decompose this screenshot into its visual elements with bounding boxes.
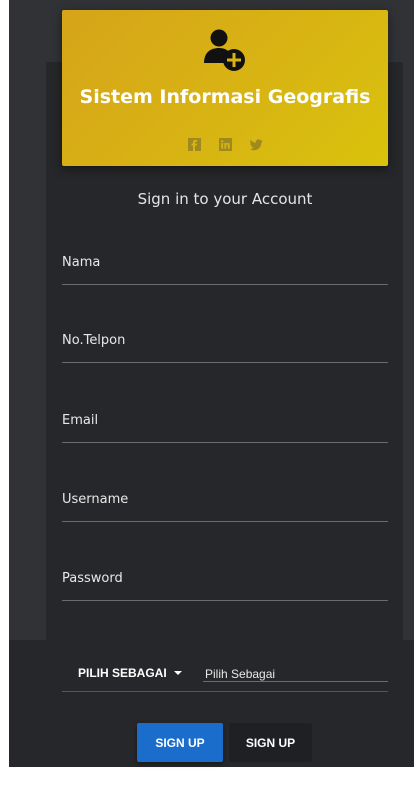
role-dropdown-button[interactable]: PILIH SEBAGAI xyxy=(78,666,182,680)
password-field-label: Password xyxy=(62,571,123,586)
nama-field[interactable]: Nama xyxy=(62,245,388,285)
email-field-label: Email xyxy=(62,413,99,428)
add-user-icon xyxy=(204,29,245,71)
role-select-row: PILIH SEBAGAI Pilih Sebagai xyxy=(62,660,388,694)
phone-field-label: No.Telpon xyxy=(62,333,126,348)
username-field[interactable]: Username xyxy=(62,482,388,522)
username-field-underline xyxy=(62,521,388,522)
role-input[interactable]: Pilih Sebagai xyxy=(205,667,275,681)
email-field-underline xyxy=(62,442,388,443)
password-field[interactable]: Password xyxy=(62,561,388,601)
role-dropdown-label: PILIH SEBAGAI xyxy=(78,666,167,680)
signup-secondary-button[interactable]: SIGN UP xyxy=(229,723,312,762)
role-row-divider xyxy=(62,691,388,692)
phone-field[interactable]: No.Telpon xyxy=(62,323,388,363)
phone-field-underline xyxy=(62,362,388,363)
signin-heading: Sign in to your Account xyxy=(137,190,313,208)
password-field-underline xyxy=(62,600,388,601)
role-input-underline xyxy=(203,681,388,682)
caret-down-icon xyxy=(173,671,182,675)
signup-button[interactable]: SIGN UP xyxy=(137,723,223,762)
facebook-icon[interactable] xyxy=(187,136,201,151)
nama-field-underline xyxy=(62,284,388,285)
nama-field-label: Nama xyxy=(62,255,101,270)
email-field[interactable]: Email xyxy=(62,403,388,443)
twitter-icon[interactable] xyxy=(249,136,263,151)
username-field-label: Username xyxy=(62,492,129,507)
social-links xyxy=(62,136,388,154)
linkedin-icon[interactable] xyxy=(218,136,232,151)
card-header: Sistem Informasi Geografis xyxy=(62,10,388,166)
app-title: Sistem Informasi Geografis xyxy=(79,86,371,108)
